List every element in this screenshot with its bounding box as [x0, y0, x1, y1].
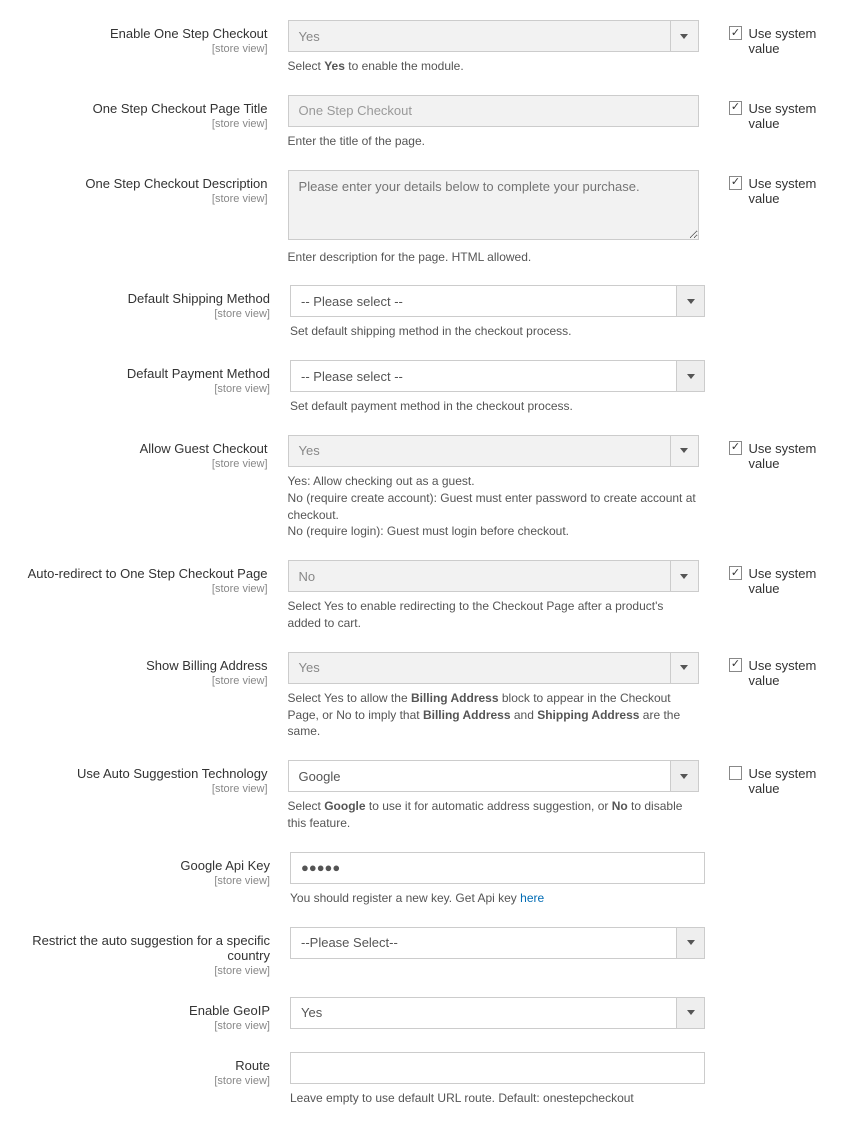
select-show-billing-value: Yes — [288, 652, 671, 684]
note-auto-redirect: Select Yes to enable redirecting to the … — [288, 598, 699, 632]
chevron-down-icon[interactable] — [677, 997, 705, 1029]
note-google-key: You should register a new key. Get Api k… — [290, 890, 705, 907]
use-system-label[interactable]: Use system value — [748, 176, 850, 206]
chevron-down-icon[interactable] — [671, 760, 699, 792]
checkbox-use-system-show-billing[interactable] — [729, 658, 743, 672]
scope-label: [store view] — [10, 118, 268, 130]
select-restrict-country-value: --Please Select-- — [290, 927, 677, 959]
use-system-label[interactable]: Use system value — [748, 766, 850, 796]
checkbox-use-system-auto-redirect[interactable] — [729, 566, 743, 580]
select-allow-guest: Yes — [288, 435, 699, 467]
select-allow-guest-value: Yes — [288, 435, 671, 467]
label-restrict-country: Restrict the auto suggestion for a speci… — [10, 933, 270, 963]
note-route: Leave empty to use default URL route. De… — [290, 1090, 705, 1107]
textarea-description — [288, 170, 699, 240]
link-get-api-key[interactable]: here — [520, 891, 544, 905]
label-show-billing: Show Billing Address — [10, 658, 268, 673]
label-enable: Enable One Step Checkout — [10, 26, 268, 41]
select-auto-suggest[interactable]: Google — [288, 760, 699, 792]
scope-label: [store view] — [10, 1075, 270, 1087]
checkbox-use-system-page-title[interactable] — [729, 101, 743, 115]
checkbox-use-system-auto-suggest[interactable] — [729, 766, 743, 780]
label-description: One Step Checkout Description — [10, 176, 268, 191]
note-auto-suggest: Select Google to use it for automatic ad… — [288, 798, 699, 832]
scope-label: [store view] — [10, 675, 268, 687]
note-enable: Select Yes to enable the module. — [288, 58, 699, 75]
select-show-billing: Yes — [288, 652, 699, 684]
select-enable-geoip[interactable]: Yes — [290, 997, 705, 1029]
input-page-title — [288, 95, 699, 127]
scope-label: [store view] — [10, 193, 268, 205]
select-enable: Yes — [288, 20, 699, 52]
label-route: Route — [10, 1058, 270, 1073]
select-auto-redirect-value: No — [288, 560, 671, 592]
note-description: Enter description for the page. HTML all… — [288, 249, 699, 266]
use-system-label[interactable]: Use system value — [748, 441, 850, 471]
note-allow-guest: Yes: Allow checking out as a guest. No (… — [288, 473, 699, 540]
select-restrict-country[interactable]: --Please Select-- — [290, 927, 705, 959]
scope-label: [store view] — [10, 783, 268, 795]
note-default-payment: Set default payment method in the checko… — [290, 398, 705, 415]
label-auto-redirect: Auto-redirect to One Step Checkout Page — [10, 566, 268, 581]
note-default-shipping: Set default shipping method in the check… — [290, 323, 705, 340]
chevron-down-icon[interactable] — [677, 285, 705, 317]
label-page-title: One Step Checkout Page Title — [10, 101, 268, 116]
label-allow-guest: Allow Guest Checkout — [10, 441, 268, 456]
chevron-down-icon — [671, 435, 699, 467]
scope-label: [store view] — [10, 308, 270, 320]
chevron-down-icon[interactable] — [677, 360, 705, 392]
chevron-down-icon[interactable] — [677, 927, 705, 959]
checkbox-use-system-description[interactable] — [729, 176, 743, 190]
label-enable-geoip: Enable GeoIP — [10, 1003, 270, 1018]
use-system-label[interactable]: Use system value — [748, 658, 850, 688]
note-page-title: Enter the title of the page. — [288, 133, 699, 150]
input-google-key[interactable] — [290, 852, 705, 884]
chevron-down-icon — [671, 652, 699, 684]
select-enable-value: Yes — [288, 20, 671, 52]
select-auto-redirect: No — [288, 560, 699, 592]
select-enable-geoip-value: Yes — [290, 997, 677, 1029]
label-default-payment: Default Payment Method — [10, 366, 270, 381]
scope-label: [store view] — [10, 43, 268, 55]
select-default-payment-value: -- Please select -- — [290, 360, 677, 392]
input-route[interactable] — [290, 1052, 705, 1084]
checkbox-use-system-enable[interactable] — [729, 26, 743, 40]
use-system-label[interactable]: Use system value — [748, 26, 850, 56]
label-default-shipping: Default Shipping Method — [10, 291, 270, 306]
select-default-shipping-value: -- Please select -- — [290, 285, 677, 317]
scope-label: [store view] — [10, 583, 268, 595]
scope-label: [store view] — [10, 383, 270, 395]
note-show-billing: Select Yes to allow the Billing Address … — [288, 690, 699, 740]
select-auto-suggest-value: Google — [288, 760, 671, 792]
label-auto-suggest: Use Auto Suggestion Technology — [10, 766, 268, 781]
scope-label: [store view] — [10, 458, 268, 470]
use-system-label[interactable]: Use system value — [748, 566, 850, 596]
scope-label: [store view] — [10, 1020, 270, 1032]
scope-label: [store view] — [10, 965, 270, 977]
use-system-label[interactable]: Use system value — [748, 101, 850, 131]
select-default-payment[interactable]: -- Please select -- — [290, 360, 705, 392]
chevron-down-icon — [671, 20, 699, 52]
label-google-key: Google Api Key — [10, 858, 270, 873]
chevron-down-icon — [671, 560, 699, 592]
checkbox-use-system-allow-guest[interactable] — [729, 441, 743, 455]
select-default-shipping[interactable]: -- Please select -- — [290, 285, 705, 317]
